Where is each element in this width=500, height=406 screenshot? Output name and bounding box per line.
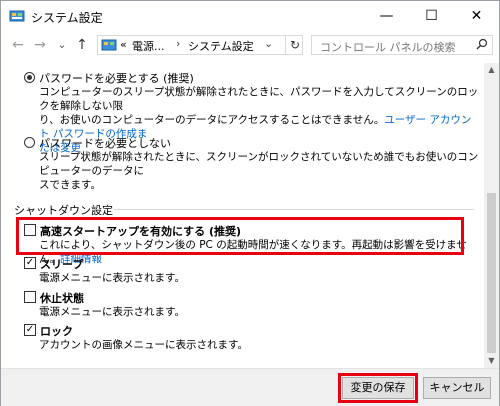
lock-checkbox[interactable]: ✓ [24, 324, 36, 336]
address-bar[interactable]: « 電源... › システム設定 ⌄ [97, 35, 303, 55]
no-password-radio[interactable] [24, 137, 35, 148]
maximize-button[interactable]: ☐ [409, 1, 454, 31]
breadcrumb-overflow[interactable]: « [120, 38, 127, 51]
breadcrumb-system-settings[interactable]: システム設定 [188, 38, 254, 54]
refresh-button[interactable]: ↻ [285, 35, 304, 55]
close-button[interactable]: ✕ [454, 1, 499, 31]
fast-startup-highlight [16, 217, 464, 255]
breadcrumb-power[interactable]: 電源... [132, 38, 165, 54]
no-password-desc: スリープ状態が解除されたときに、スクリーンがロックされていないため誰でもお使いの… [39, 151, 479, 191]
save-changes-button[interactable]: 変更の保存 [342, 377, 414, 399]
navigation-bar: ← → ⌄ ↑ « 電源... › システム設定 ⌄ ↻ コントロール パネルの… [1, 31, 499, 61]
search-icon[interactable] [476, 38, 488, 50]
sleep-label[interactable]: スリープ [40, 256, 83, 272]
scroll-down-arrow-icon[interactable]: ▼ [484, 354, 499, 368]
vertical-scrollbar[interactable]: ▲ ▼ [484, 63, 499, 368]
recent-dropdown-button[interactable]: ⌄ [53, 36, 71, 54]
window-title: システム設定 [31, 11, 103, 25]
cancel-button[interactable]: キャンセル [423, 377, 491, 399]
hibernate-checkbox[interactable] [24, 291, 36, 303]
lock-desc: アカウントの画像メニューに表示されます。 [39, 339, 248, 351]
require-password-label[interactable]: パスワードを必要とする (推奨) [39, 70, 194, 86]
hibernate-label[interactable]: 休止状態 [40, 290, 84, 306]
minimize-button[interactable]: — [364, 1, 409, 31]
lock-label[interactable]: ロック [40, 323, 73, 339]
forward-button[interactable]: → [31, 36, 49, 54]
scroll-up-arrow-icon[interactable]: ▲ [484, 63, 499, 77]
back-button[interactable]: ← [9, 36, 27, 54]
sleep-desc: 電源メニューに表示されます。 [39, 272, 185, 284]
control-panel-icon [9, 10, 25, 22]
no-password-label[interactable]: パスワードを必要としない [39, 135, 171, 151]
search-placeholder: コントロール パネルの検索 [320, 41, 456, 54]
search-input[interactable]: コントロール パネルの検索 [311, 35, 493, 55]
control-panel-icon [101, 39, 117, 51]
breadcrumb-separator[interactable]: › [176, 37, 180, 50]
window: システム設定 — ☐ ✕ ← → ⌄ ↑ « 電源... › システム設定 ⌄ … [0, 0, 500, 406]
scroll-thumb[interactable] [487, 193, 496, 353]
chevron-down-icon[interactable]: ⌄ [264, 37, 273, 50]
hibernate-desc: 電源メニューに表示されます。 [39, 306, 185, 318]
shutdown-section-title: シャットダウン設定 [14, 204, 113, 217]
up-button[interactable]: ↑ [73, 36, 91, 54]
section-divider [114, 209, 474, 210]
settings-content: パスワードを必要とする (推奨) コンピューターのスリープ状態が解除されたときに… [2, 63, 484, 368]
sleep-checkbox[interactable]: ✓ [24, 257, 36, 269]
require-password-radio[interactable] [24, 72, 35, 83]
footer-bar: 変更の保存 キャンセル [1, 368, 499, 406]
title-bar: システム設定 — ☐ ✕ [1, 1, 499, 31]
